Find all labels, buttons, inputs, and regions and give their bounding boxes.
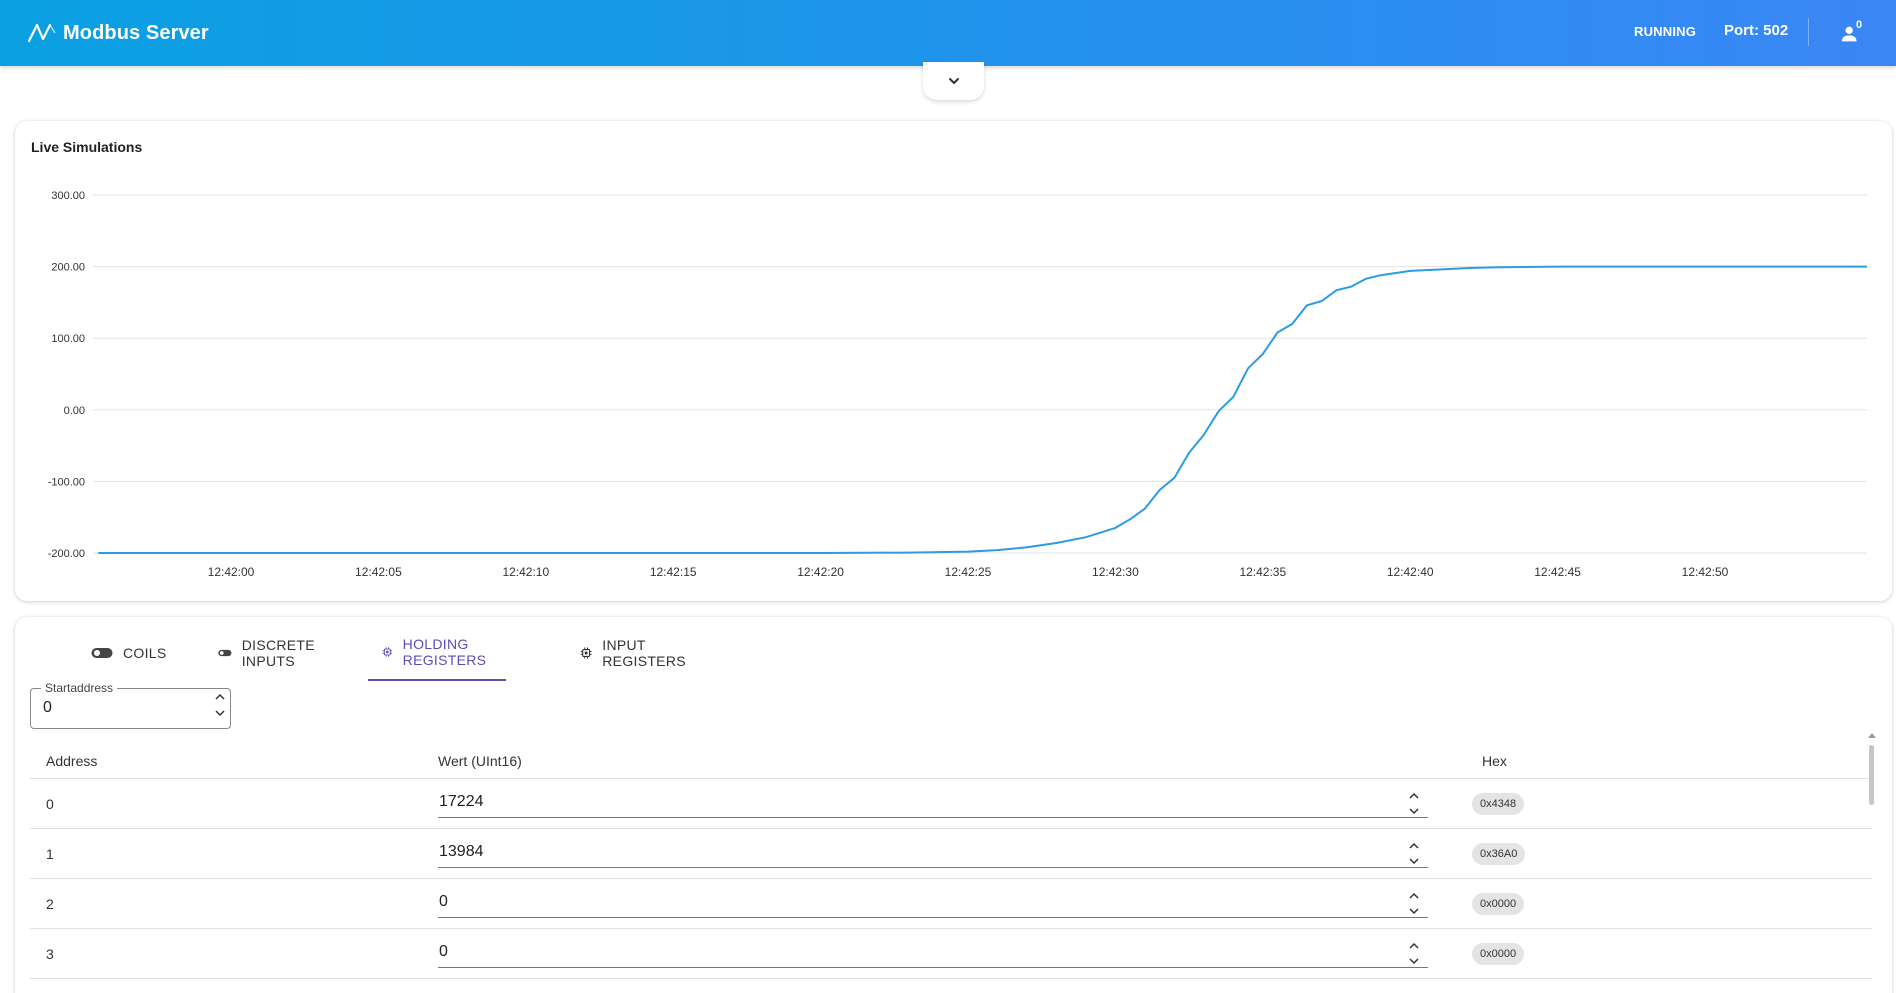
column-header-value: Wert (UInt16)	[438, 753, 522, 769]
chevron-down-icon	[948, 78, 959, 84]
chevron-down-icon[interactable]	[214, 708, 226, 718]
start-address-stepper[interactable]	[214, 692, 228, 718]
x-tick-label: 12:42:05	[355, 565, 402, 579]
tab-label: DISCRETE INPUTS	[241, 637, 315, 669]
hex-chip: 0x4348	[1472, 793, 1525, 815]
register-value-field[interactable]: 13984	[438, 839, 1428, 868]
register-value-stepper[interactable]	[1408, 791, 1422, 816]
table-row: 0 17224 0x4348	[30, 779, 1872, 829]
hex-chip: 0x0000	[1472, 943, 1525, 965]
register-address: 2	[46, 896, 54, 912]
column-header-hex: Hex	[1482, 753, 1507, 769]
hex-chip: 0x0000	[1472, 893, 1525, 915]
start-address-input[interactable]: 0	[43, 699, 52, 717]
wave-logo-icon	[27, 23, 56, 43]
server-status: RUNNING	[1634, 24, 1697, 39]
registers-table: Address Wert (UInt16) Hex 0 17224 0x4348…	[30, 742, 1872, 979]
register-value-input[interactable]: 0	[439, 943, 448, 961]
table-row: 2 0 0x0000	[30, 879, 1872, 929]
register-value-input[interactable]: 0	[439, 893, 448, 911]
chevron-down-icon[interactable]	[1408, 806, 1420, 816]
x-tick-label: 12:42:50	[1682, 565, 1729, 579]
chip-icon	[580, 647, 592, 659]
live-chart: 300.00 200.00 100.00 0.00 -100.00 -200.00 12:4…	[48, 190, 1867, 579]
toggle-icon	[91, 648, 113, 658]
chevron-up-icon[interactable]	[1408, 941, 1420, 951]
y-tick-label: 200.00	[51, 262, 85, 274]
y-tick-label: 300.00	[51, 190, 85, 202]
register-value-stepper[interactable]	[1408, 841, 1422, 866]
tab-label: HOLDING REGISTERS	[402, 636, 487, 668]
register-value-field[interactable]: 0	[438, 939, 1428, 968]
chevron-up-icon[interactable]	[1408, 891, 1420, 901]
hex-chip: 0x36A0	[1472, 843, 1526, 865]
register-value-input[interactable]: 13984	[439, 843, 484, 861]
tab-discrete-inputs[interactable]: DISCRETE INPUTS	[218, 625, 323, 681]
toggle-icon	[218, 649, 232, 657]
start-address-label: Startaddress	[41, 681, 118, 695]
tab-label: COILS	[123, 645, 167, 661]
register-value-stepper[interactable]	[1408, 941, 1422, 966]
chevron-up-icon[interactable]	[1408, 791, 1420, 801]
register-value-input[interactable]: 17224	[439, 793, 484, 811]
x-tick-label: 12:42:30	[1092, 565, 1139, 579]
table-row: 3 0 0x0000	[30, 929, 1872, 979]
register-address: 0	[46, 796, 54, 812]
register-address: 1	[46, 846, 54, 862]
register-address: 3	[46, 946, 54, 962]
connected-users-button[interactable]: 0	[1838, 19, 1866, 47]
x-tick-label: 12:42:35	[1239, 565, 1286, 579]
y-tick-label: 100.00	[51, 333, 85, 345]
x-tick-label: 12:42:25	[945, 565, 992, 579]
x-tick-label: 12:42:00	[208, 565, 255, 579]
tab-holding-registers[interactable]: HOLDING REGISTERS	[368, 625, 506, 681]
y-tick-label: -200.00	[48, 548, 85, 560]
start-address-field[interactable]: Startaddress 0	[30, 681, 231, 729]
y-tick-label: -100.00	[48, 476, 85, 488]
live-simulations-card: 300.00 200.00 100.00 0.00 -100.00 -200.00 12:4…	[15, 121, 1892, 601]
scroll-thumb[interactable]	[1869, 745, 1874, 805]
register-value-stepper[interactable]	[1408, 891, 1422, 916]
register-value-field[interactable]: 0	[438, 889, 1428, 918]
registers-card: COILS DISCRETE INPUTS HOLDING REGISTERS	[15, 617, 1892, 993]
scroll-up-arrow[interactable]	[1868, 733, 1876, 738]
collapse-toggle[interactable]	[923, 62, 984, 100]
chevron-down-icon[interactable]	[1408, 956, 1420, 966]
table-row: 1 13984 0x36A0	[30, 829, 1872, 879]
brand: Modbus Server	[27, 21, 209, 45]
x-tick-label: 12:42:20	[797, 565, 844, 579]
y-tick-label: 0.00	[64, 405, 85, 417]
server-port: Port: 502	[1724, 22, 1789, 39]
table-scrollbar[interactable]	[1867, 733, 1876, 993]
chip-icon	[382, 647, 393, 657]
chart-title: Live Simulations	[31, 139, 143, 155]
x-tick-label: 12:42:15	[650, 565, 697, 579]
tab-input-registers[interactable]: INPUT REGISTERS	[580, 625, 692, 681]
register-value-field[interactable]: 17224	[438, 789, 1428, 818]
chevron-up-icon[interactable]	[214, 692, 226, 702]
chevron-up-icon[interactable]	[1408, 841, 1420, 851]
tab-coils[interactable]: COILS	[91, 625, 167, 681]
app-title: Modbus Server	[63, 21, 209, 44]
x-tick-label: 12:42:40	[1387, 565, 1434, 579]
x-tick-label: 12:42:45	[1534, 565, 1581, 579]
user-count-badge: 0	[1856, 19, 1863, 31]
column-header-address: Address	[46, 753, 98, 769]
table-header: Address Wert (UInt16) Hex	[30, 742, 1872, 779]
header-divider	[1808, 18, 1809, 46]
tab-label: INPUT REGISTERS	[602, 637, 686, 669]
x-tick-label: 12:42:10	[502, 565, 549, 579]
chevron-down-icon[interactable]	[1408, 906, 1420, 916]
app-bar: Modbus Server RUNNING Port: 502 0	[0, 0, 1896, 66]
chevron-down-icon[interactable]	[1408, 856, 1420, 866]
